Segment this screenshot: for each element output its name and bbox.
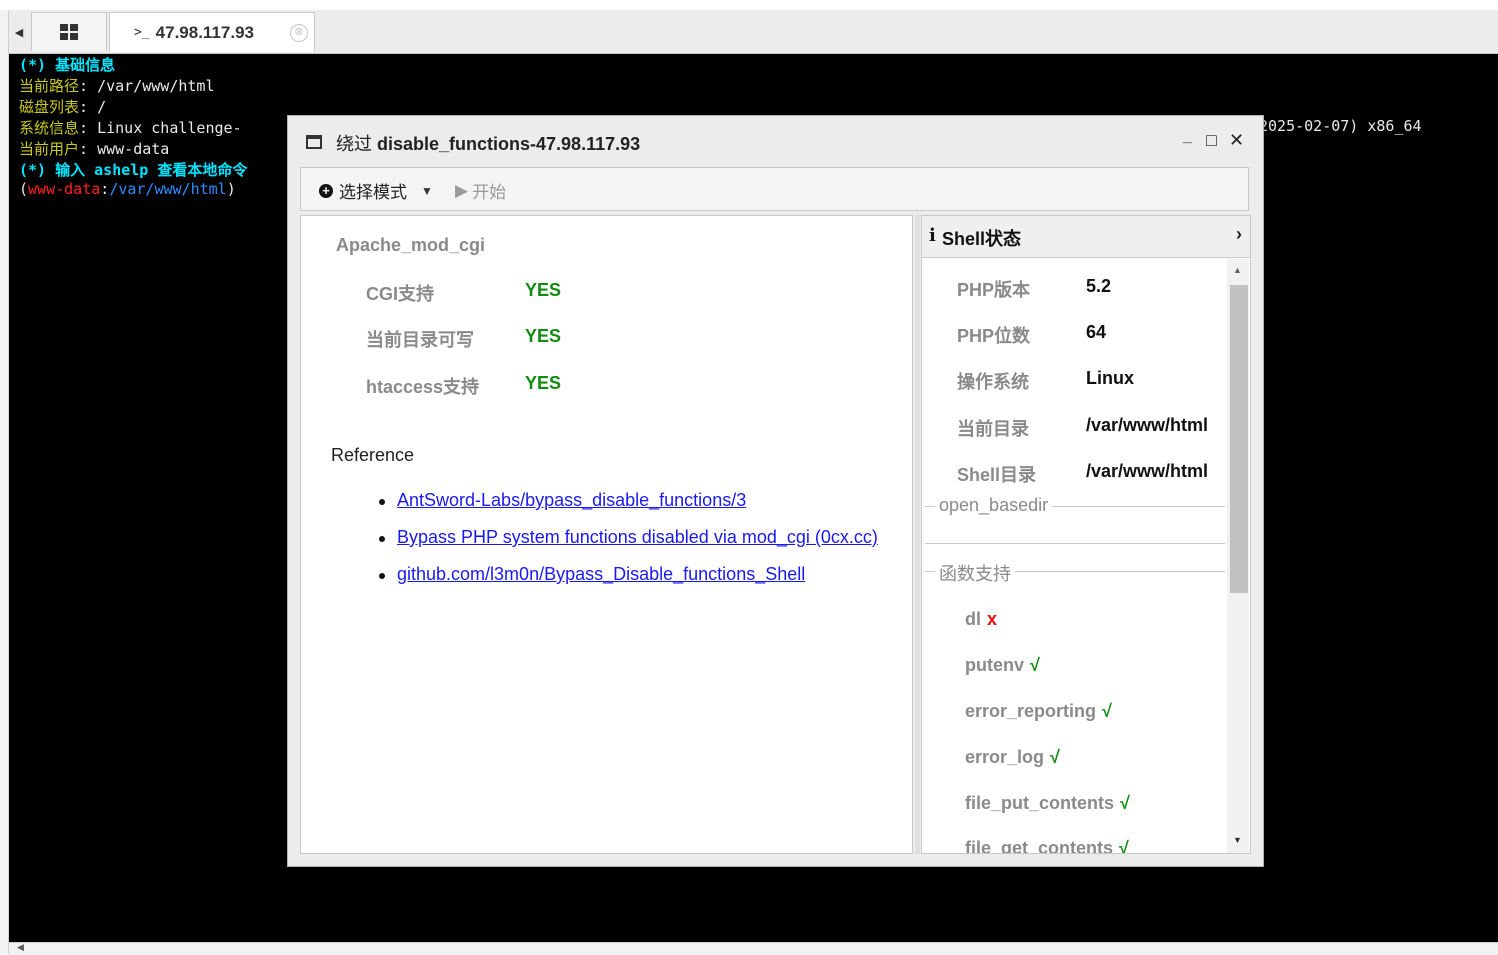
tab-close-icon[interactable]: ⊗ [290,24,308,42]
minimize-button[interactable]: _ [1183,128,1192,146]
bullet-icon [379,536,385,542]
terminal-line: (*) 基础信息 [19,56,116,74]
mode-title: Apache_mod_cgi [336,235,486,255]
info-key: PHP位数 [957,326,1031,346]
reference-link[interactable]: github.com/l3m0n/Bypass_Disable_function… [397,564,805,585]
bullet-icon [379,499,385,505]
terminal-line: 当前用户: www-data [19,140,170,158]
function-item: putenv √ [965,655,1040,675]
check-label: 当前目录可写 [366,330,474,350]
function-item: file_put_contents √ [965,793,1130,813]
select-mode-label: 选择模式 [339,183,407,202]
info-value: /var/www/html [1086,461,1209,481]
tab-terminal[interactable]: >_ 47.98.117.93 ⊗ [109,12,315,52]
maximize-button[interactable]: □ [1206,130,1217,151]
function-item: file_get_contents √ [965,838,1129,854]
terminal-line: 系统信息: Linux challenge- [19,119,242,137]
select-mode-button[interactable]: + 选择模式 ▼ [319,178,433,203]
terminal-line: 当前路径: /var/www/html [19,77,215,95]
scroll-left-icon[interactable]: ◀ [17,942,24,953]
scrollbar-thumb[interactable] [1230,285,1248,593]
shell-status-panel: i Shell状态 › PHP版本 5.2 PHP位数 64 操作系统 Linu… [921,215,1251,854]
caret-down-icon: ▼ [421,183,433,198]
play-icon: ▶ [455,180,469,200]
reference-link[interactable]: AntSword-Labs/bypass_disable_functions/3 [397,490,746,511]
scroll-up-icon[interactable]: ▲ [1233,265,1242,275]
check-value: YES [525,326,562,346]
check-label: CGI支持 [366,284,435,304]
shell-status-title: Shell状态 [942,229,1022,249]
start-label: 开始 [472,183,507,202]
dialog-titlebar[interactable]: 绕过 disable_functions-47.98.117.93 _ □ ✕ [288,116,1263,166]
grid-icon [60,24,78,40]
functions-legend: 函数支持 [935,560,1015,586]
close-button[interactable]: ✕ [1229,130,1244,151]
plus-circle-icon: + [319,183,333,198]
info-value: /var/www/html [1086,415,1209,435]
terminal-line: (*) 输入 ashelp 查看本地命令 [19,161,248,179]
tab-scroll-left-icon[interactable]: ◀ [10,24,28,42]
reference-link[interactable]: Bypass PHP system functions disabled via… [397,527,878,548]
open-basedir-fieldset: open_basedir [925,495,1225,544]
function-item: error_reporting √ [965,701,1112,721]
start-button[interactable]: ▶ 开始 [455,178,506,203]
reference-title: Reference [331,445,415,465]
tab-home[interactable] [31,12,107,51]
check-value: YES [525,280,562,300]
bullet-icon [379,573,385,579]
scroll-down-icon[interactable]: ▼ [1233,835,1242,845]
info-value: 64 [1086,322,1107,342]
function-item: dl x [965,609,998,629]
info-key: Shell目录 [957,465,1037,485]
info-icon: i [929,225,936,246]
bottom-scrollbar[interactable]: ◀ [9,942,1498,955]
terminal-prompt: (www-data:/var/www/html) [19,180,236,198]
shell-status-header[interactable]: i Shell状态 › [922,216,1250,258]
info-key: 当前目录 [957,419,1029,439]
window-icon [306,135,322,149]
panel-splitter[interactable] [915,215,920,854]
bypass-dialog: 绕过 disable_functions-47.98.117.93 _ □ ✕ … [287,115,1264,867]
info-value: Linux [1086,368,1134,388]
terminal-line-tail: 2025-02-07) x86_64 [1259,117,1422,135]
left-gutter [0,10,9,954]
info-key: 操作系统 [957,372,1029,392]
tab-bar: ◀ >_ 47.98.117.93 ⊗ [9,10,1498,54]
function-item: error_log √ [965,747,1060,767]
chevron-right-icon[interactable]: › [1236,224,1242,245]
tab-terminal-label: 47.98.117.93 [155,22,254,42]
check-value: YES [525,373,562,393]
dialog-toolbar: + 选择模式 ▼ ▶ 开始 [300,167,1249,211]
dialog-title: 绕过 disable_functions-47.98.117.93 [336,134,641,154]
mode-detail-panel: Apache_mod_cgi CGI支持 YES 当前目录可写 YES htac… [300,215,913,854]
terminal-icon: >_ [134,25,150,40]
info-key: PHP版本 [957,280,1031,300]
open-basedir-legend: open_basedir [935,495,1053,516]
info-value: 5.2 [1086,276,1112,296]
check-label: htaccess支持 [366,377,480,397]
shell-status-scrollbar[interactable]: ▲ ▼ [1227,259,1249,853]
terminal-line: 磁盘列表: / [19,98,107,116]
